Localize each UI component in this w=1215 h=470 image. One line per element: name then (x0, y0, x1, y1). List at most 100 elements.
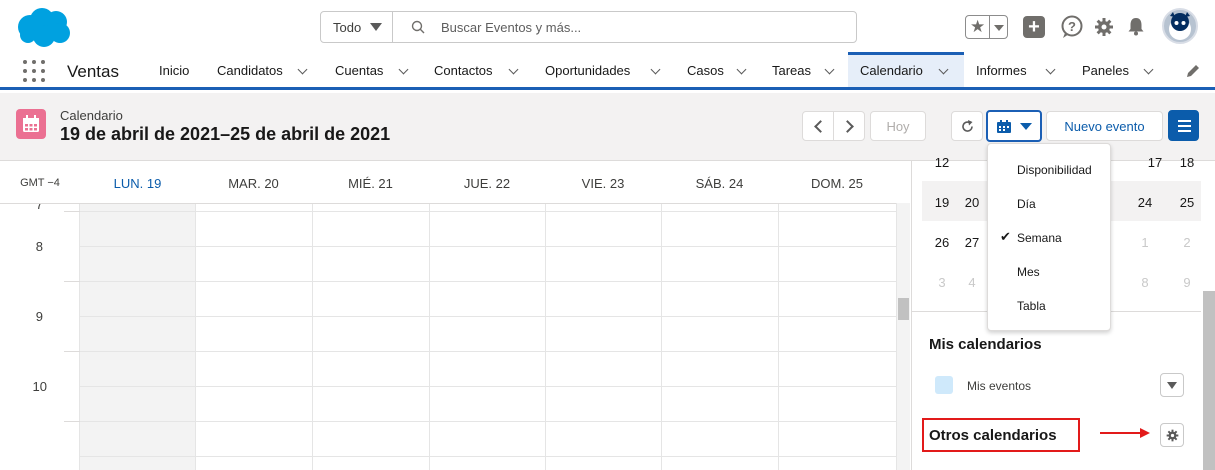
menu-item-table[interactable]: Tabla (988, 289, 1110, 323)
day-header-fri[interactable]: VIE. 23 (545, 161, 661, 201)
nav-item-label: Oportunidades (545, 63, 631, 78)
nav-item-tareas[interactable]: Tareas (760, 52, 848, 87)
nav-item-paneles[interactable]: Paneles (1070, 52, 1170, 87)
global-actions-button[interactable]: + (1023, 16, 1045, 38)
calendar-list-toggle-button[interactable] (1168, 110, 1199, 141)
search-scope-label: Todo (333, 20, 362, 35)
new-event-label: Nuevo evento (1064, 119, 1145, 134)
nav-item-contactos[interactable]: Contactos (422, 52, 532, 87)
mini-day[interactable]: 3 (927, 275, 957, 290)
user-avatar[interactable] (1162, 8, 1198, 44)
today-column[interactable] (80, 204, 195, 470)
chevron-down-icon[interactable] (398, 64, 409, 75)
mini-day[interactable]: 9 (1172, 275, 1202, 290)
nav-item-oportunidades[interactable]: Oportunidades (533, 52, 675, 87)
next-week-button[interactable] (833, 111, 865, 141)
app-name: Ventas (67, 62, 119, 81)
scrollbar-thumb[interactable] (1203, 291, 1215, 470)
mini-day[interactable]: 17 (1140, 155, 1170, 170)
salesforce-logo[interactable] (14, 6, 74, 48)
new-event-button[interactable]: Nuevo evento (1046, 111, 1163, 141)
week-view: GMT −4 LUN. 19 MAR. 20 MIÉ. 21 JUE. 22 V… (0, 161, 910, 470)
chevron-down-icon[interactable] (938, 64, 949, 75)
mini-day[interactable]: 1 (1130, 235, 1160, 250)
my-calendars-heading: Mis calendarios (929, 336, 1042, 353)
nav-item-cuentas[interactable]: Cuentas (323, 52, 420, 87)
mini-day[interactable]: 24 (1130, 195, 1160, 210)
nav-item-calendario[interactable]: Calendario (848, 52, 964, 87)
chevron-down-icon[interactable] (824, 64, 835, 75)
notifications-bell-icon[interactable] (1126, 16, 1146, 36)
chevron-down-icon[interactable] (297, 64, 308, 75)
my-events-label[interactable]: Mis eventos (967, 379, 1031, 393)
previous-week-button[interactable] (802, 111, 834, 141)
menu-item-month[interactable]: Mes (988, 255, 1110, 289)
nav-item-inicio[interactable]: Inicio (147, 52, 203, 87)
calendar-icon (16, 109, 46, 139)
menu-item-availability[interactable]: Disponibilidad (988, 153, 1110, 187)
divider (989, 16, 990, 38)
mini-day[interactable]: 12 (927, 155, 957, 170)
mini-day[interactable]: 18 (1172, 155, 1202, 170)
menu-item-week[interactable]: ✔ Semana (988, 221, 1110, 255)
nav-item-label: Tareas (772, 63, 812, 78)
day-header-thu[interactable]: JUE. 22 (429, 161, 545, 201)
search-scope-select[interactable]: Todo (321, 12, 393, 42)
chevron-down-icon[interactable] (650, 64, 661, 75)
search-icon (411, 20, 425, 34)
chevron-down-icon[interactable] (736, 64, 747, 75)
refresh-button[interactable] (951, 111, 983, 141)
day-header-tue[interactable]: MAR. 20 (195, 161, 312, 201)
nav-item-informes[interactable]: Informes (964, 52, 1070, 87)
gear-icon (1166, 429, 1179, 442)
sidebar-scrollbar[interactable] (1201, 161, 1215, 470)
chevron-left-icon (814, 120, 827, 133)
calendar-view-icon (997, 120, 1011, 133)
mini-day[interactable]: 20 (957, 195, 987, 210)
mini-day[interactable]: 19 (927, 195, 957, 210)
page-object-label: Calendario (60, 108, 123, 123)
search-input[interactable] (441, 16, 841, 38)
chevron-right-icon (841, 120, 854, 133)
today-button[interactable]: Hoy (870, 111, 926, 141)
scrollbar-thumb[interactable] (898, 298, 909, 320)
chevron-down-icon[interactable] (1143, 64, 1154, 75)
mini-day[interactable]: 8 (1130, 275, 1160, 290)
mini-day[interactable]: 4 (957, 275, 987, 290)
day-header-wed[interactable]: MIÉ. 21 (312, 161, 429, 201)
svg-text:?: ? (1068, 19, 1076, 34)
my-events-menu-button[interactable] (1160, 373, 1184, 397)
view-switcher-button[interactable] (986, 110, 1042, 142)
week-scrollbar[interactable] (896, 203, 910, 470)
app-launcher-icon[interactable] (23, 60, 45, 82)
day-header-mon[interactable]: LUN. 19 (80, 161, 195, 201)
time-grid[interactable]: 7 8 9 10 (0, 203, 896, 470)
setup-gear-icon[interactable] (1094, 17, 1114, 37)
mini-day[interactable]: 25 (1172, 195, 1202, 210)
checkmark-icon: ✔ (1000, 229, 1011, 244)
favorites-button[interactable]: ★ (965, 15, 1008, 39)
help-icon[interactable]: ? (1059, 14, 1085, 40)
global-search: Todo (320, 11, 857, 43)
day-header-sun[interactable]: DOM. 25 (778, 161, 896, 201)
my-events-color-swatch[interactable] (935, 376, 953, 394)
mini-day[interactable]: 27 (957, 235, 987, 250)
hour-label: 8 (35, 239, 43, 254)
hour-label: 9 (35, 309, 43, 324)
chevron-down-icon[interactable] (1045, 64, 1056, 75)
nav-item-casos[interactable]: Casos (675, 52, 760, 87)
nav-item-candidatos[interactable]: Candidatos (205, 52, 320, 87)
favorites-menu-icon[interactable] (994, 25, 1004, 31)
edit-nav-pencil-icon[interactable] (1185, 63, 1201, 79)
annotation-arrow-icon (1100, 428, 1150, 438)
other-calendars-settings-button[interactable] (1160, 423, 1184, 447)
menu-item-day[interactable]: Día (988, 187, 1110, 221)
chevron-down-icon[interactable] (508, 64, 519, 75)
caret-down-icon (1020, 123, 1032, 130)
nav-item-label: Inicio (159, 63, 190, 78)
day-header-sat[interactable]: SÁB. 24 (661, 161, 778, 201)
mini-day[interactable]: 26 (927, 235, 957, 250)
global-header: Todo ★ + ? (0, 0, 1215, 52)
mini-day[interactable]: 2 (1172, 235, 1202, 250)
view-dropdown-menu: Disponibilidad Día ✔ Semana Mes Tabla (987, 143, 1111, 331)
